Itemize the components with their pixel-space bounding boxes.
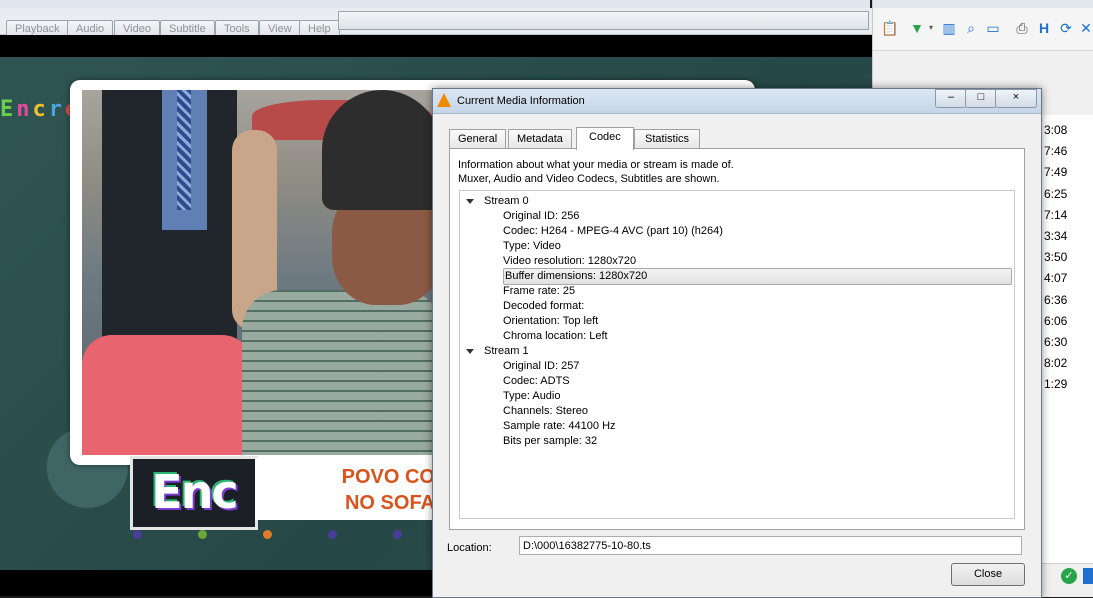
maximize-button[interactable]: □ xyxy=(965,89,997,108)
tree-item[interactable]: Codec: ADTS xyxy=(503,374,570,389)
minimize-button[interactable]: – xyxy=(935,89,967,108)
menu-bar-fill xyxy=(338,11,869,30)
close-window-button[interactable]: × xyxy=(995,89,1037,108)
duration-item[interactable]: 3:34 xyxy=(1044,229,1067,243)
duration-item[interactable]: 8:02 xyxy=(1044,356,1067,370)
document-h-icon[interactable]: H xyxy=(1036,19,1052,37)
dropdown-arrow-icon[interactable]: ▾ xyxy=(923,19,939,37)
duration-item[interactable]: 6:06 xyxy=(1044,314,1067,328)
duration-item[interactable]: 6:30 xyxy=(1044,335,1067,349)
intro-line-2: Muxer, Audio and Video Codecs, Subtitles… xyxy=(458,173,720,185)
vlc-menu-bar: Playback Audio Video Subtitle Tools View… xyxy=(0,8,872,39)
tree-item[interactable]: Type: Video xyxy=(503,239,561,254)
clipboard-icon[interactable]: 📋 xyxy=(881,19,898,37)
duration-item[interactable]: 7:46 xyxy=(1044,144,1067,158)
search-icon[interactable]: ⌕ xyxy=(963,19,979,37)
intro-line-1: Information about what your media or str… xyxy=(458,159,734,171)
location-field[interactable]: D:\000\16382775-10-80.ts xyxy=(519,536,1022,555)
duration-item[interactable]: 6:36 xyxy=(1044,293,1067,307)
tree-item[interactable]: Decoded format: xyxy=(503,299,584,314)
tree-item[interactable]: Video resolution: 1280x720 xyxy=(503,254,636,269)
ticker-line-1: POVO CO xyxy=(341,466,435,488)
duration-item[interactable]: 3:08 xyxy=(1044,123,1067,137)
ticker-box: POVO CO NO SOFA xyxy=(255,458,435,520)
codec-description: Information about what your media or str… xyxy=(458,158,734,186)
background-app-titlebar xyxy=(873,0,1093,8)
location-label: Location: xyxy=(447,542,492,554)
vlc-title-bar xyxy=(0,0,870,8)
stream-node[interactable]: Stream 1 xyxy=(484,344,529,359)
refresh-icon[interactable]: ⟳ xyxy=(1058,19,1074,37)
color-dots xyxy=(133,530,413,542)
plaid-shirt xyxy=(242,290,432,455)
tree-item[interactable]: Original ID: 256 xyxy=(503,209,579,224)
status-icon xyxy=(1083,568,1093,584)
close-button[interactable]: Close xyxy=(951,563,1025,586)
codec-panel: Information about what your media or str… xyxy=(449,148,1025,530)
background-app-toolbar: 📋 ▼ ▾ ▥ ⌕ ▭ ⎙ H ⟳ ✕ xyxy=(873,8,1093,51)
tab-general[interactable]: General xyxy=(449,129,507,149)
video-scene xyxy=(82,90,432,455)
dialog-title-bar[interactable]: Current Media Information – □ × xyxy=(433,89,1041,114)
tree-item[interactable]: Original ID: 257 xyxy=(503,359,579,374)
printer-icon[interactable]: ⎙ xyxy=(1014,19,1030,37)
duration-item[interactable]: 4:07 xyxy=(1044,271,1067,285)
expand-arrow-icon[interactable] xyxy=(466,349,474,354)
vlc-cone-icon xyxy=(437,93,451,107)
media-info-dialog: Current Media Information – □ × General … xyxy=(432,88,1042,598)
old-man-hat xyxy=(322,90,432,210)
tree-item[interactable]: Orientation: Top left xyxy=(503,314,598,329)
duration-item[interactable]: 7:14 xyxy=(1044,208,1067,222)
tab-metadata[interactable]: Metadata xyxy=(508,129,572,149)
stream-node[interactable]: Stream 0 xyxy=(484,194,529,209)
expand-arrow-icon[interactable] xyxy=(466,199,474,204)
video-letterbox-top xyxy=(0,35,872,57)
tree-item[interactable]: Frame rate: 25 xyxy=(503,284,575,299)
tree-item[interactable]: Channels: Stereo xyxy=(503,404,588,419)
ticker-line-2: NO SOFA xyxy=(344,492,435,514)
window-icon[interactable]: ▭ xyxy=(985,19,1001,37)
duration-item[interactable]: 1:29 xyxy=(1044,377,1067,391)
enc-logo: Enc xyxy=(130,456,258,530)
check-icon: ✓ xyxy=(1061,568,1077,584)
tree-item-selected[interactable]: Buffer dimensions: 1280x720 xyxy=(503,268,1012,285)
columns-icon[interactable]: ▥ xyxy=(941,19,957,37)
duration-list: 3:08 7:46 7:49 6:25 7:14 3:34 3:50 4:07 6:36 6:06… xyxy=(1038,115,1093,565)
duration-item[interactable]: 7:49 xyxy=(1044,165,1067,179)
tools-icon[interactable]: ✕ xyxy=(1078,19,1093,37)
striped-tie xyxy=(177,90,191,210)
dialog-title: Current Media Information xyxy=(457,95,585,107)
tree-item[interactable]: Sample rate: 44100 Hz xyxy=(503,419,616,434)
duration-item[interactable]: 6:25 xyxy=(1044,187,1067,201)
duration-item[interactable]: 3:50 xyxy=(1044,250,1067,264)
tree-item[interactable]: Codec: H264 - MPEG-4 AVC (part 10) (h264… xyxy=(503,224,723,239)
man-in-suit xyxy=(102,90,237,360)
pink-chair xyxy=(82,335,252,455)
tree-item[interactable]: Type: Audio xyxy=(503,389,561,404)
codec-tree[interactable]: Stream 0 Original ID: 256 Codec: H264 - MP… xyxy=(459,190,1015,519)
tree-item[interactable]: Bits per sample: 32 xyxy=(503,434,597,449)
tab-codec[interactable]: Codec xyxy=(576,127,634,150)
tree-item[interactable]: Chroma location: Left xyxy=(503,329,608,344)
tab-statistics[interactable]: Statistics xyxy=(634,129,701,149)
